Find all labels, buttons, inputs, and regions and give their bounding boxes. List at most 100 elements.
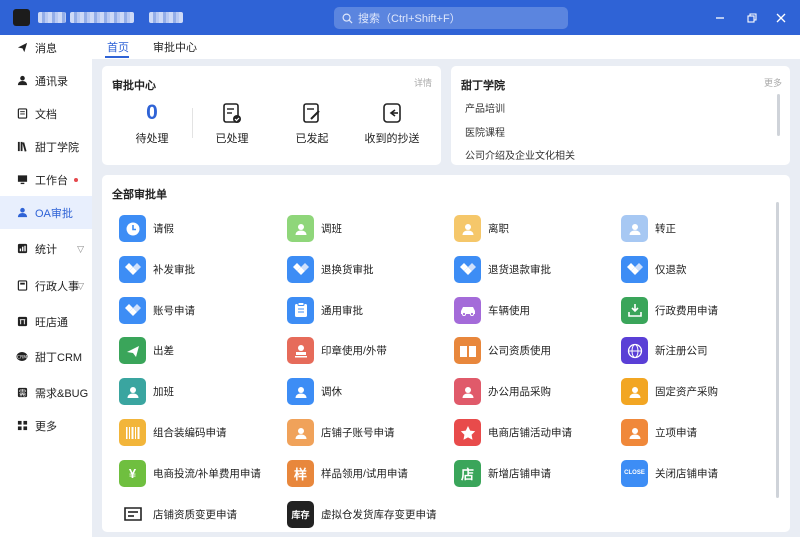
close-button[interactable] xyxy=(772,9,790,27)
sidebar-item-requirements-bug[interactable]: 需 需求&BUG xyxy=(0,376,92,409)
form-item[interactable]: 离职 xyxy=(454,215,509,242)
form-item[interactable]: CLOSE 关闭店铺申请 xyxy=(621,459,718,487)
received-cc-label: 收到的抄送 xyxy=(364,133,420,145)
form-item[interactable]: 通用审批 xyxy=(287,296,363,324)
sidebar-item-label: 统计 xyxy=(35,243,57,256)
form-item-label: 离职 xyxy=(488,223,509,235)
form-item-label: 车辆使用 xyxy=(488,304,530,317)
form-item[interactable]: 立项申请 xyxy=(621,419,697,446)
form-item[interactable]: 店铺资质变更申请 xyxy=(119,501,237,528)
form-item[interactable]: 转正 xyxy=(621,215,676,242)
form-item[interactable]: 样样品领用/试用申请 xyxy=(287,459,408,487)
form-item[interactable]: 调休 xyxy=(287,378,342,406)
form-item[interactable]: 新注册公司 xyxy=(621,337,708,365)
scrollbar[interactable] xyxy=(776,202,779,498)
sidebar-item-oa-approval[interactable]: OA审批 xyxy=(0,196,92,229)
all-forms-card: 全部审批单 请假 调班 离职 转正 补发审批 退换货审批 退货退款审批 仅退款 账号申请 通用审批… xyxy=(102,175,790,532)
form-item[interactable]: 固定资产采购 xyxy=(621,378,718,406)
form-item-label: 立项申请 xyxy=(655,427,697,439)
sidebar-item-statistics[interactable]: 统计 ▽ xyxy=(0,232,92,265)
initiated-approvals[interactable]: 已发起 xyxy=(282,101,342,146)
form-item[interactable]: 库存 虚拟仓发货库存变更申请 xyxy=(287,500,437,528)
form-item[interactable]: 加班 xyxy=(119,378,174,406)
scrollbar[interactable] xyxy=(777,94,780,136)
form-item[interactable]: 补发审批 xyxy=(119,255,195,283)
processed-approvals[interactable]: 已处理 xyxy=(202,101,262,146)
chevron-down-icon[interactable]: ▽ xyxy=(77,244,84,255)
resign-icon xyxy=(454,215,481,242)
sidebar-item-workbench[interactable]: 工作台 xyxy=(0,163,92,196)
form-item-label: 虚拟仓发货库存变更申请 xyxy=(321,508,437,521)
sidebar-item-wangdiantong[interactable]: 旺店通 xyxy=(0,305,92,338)
sidebar-item-label: 消息 xyxy=(35,42,57,55)
sidebar-item-more[interactable]: 更多 xyxy=(0,409,92,442)
form-item[interactable]: 公司资质使用 xyxy=(454,337,551,365)
project-doc-icon xyxy=(621,419,648,446)
sidebar-item-label: 旺店通 xyxy=(35,316,68,329)
chevron-down-icon[interactable]: ▽ xyxy=(77,281,84,292)
form-item[interactable]: 店新增店铺申请 xyxy=(454,459,551,487)
form-item[interactable]: 账号申请 xyxy=(119,296,195,324)
academy-item[interactable]: 医院课程 xyxy=(465,124,505,139)
search-icon xyxy=(342,13,353,24)
sidebar: 消息 通讯录 文档 甜丁学院 工作台 OA审批 统计 ▽ 行政人事 ▽ 旺店通 … xyxy=(0,35,92,537)
form-item[interactable]: 组合装编码申请 xyxy=(119,419,227,446)
form-item[interactable]: 退换货审批 xyxy=(287,255,374,283)
tab-home[interactable]: 首页 xyxy=(107,39,129,55)
sidebar-item-documents[interactable]: 文档 xyxy=(0,97,92,130)
form-item[interactable]: 请假 xyxy=(119,215,174,242)
sidebar-item-academy[interactable]: 甜丁学院 xyxy=(0,130,92,163)
form-item-label: 转正 xyxy=(655,223,676,235)
sidebar-item-messages[interactable]: 消息 xyxy=(0,31,92,64)
form-item[interactable]: 电商店铺活动申请 xyxy=(454,419,572,446)
details-link[interactable]: 详情 xyxy=(414,76,432,89)
form-item-label: 出差 xyxy=(153,345,174,358)
tab-approval-center[interactable]: 审批中心 xyxy=(153,39,197,55)
form-item[interactable]: 办公用品采购 xyxy=(454,378,551,406)
diamond-stack-icon xyxy=(287,255,314,283)
search-bar[interactable]: 搜索（Ctrl+Shift+F） xyxy=(334,7,568,29)
form-item[interactable]: 出差 xyxy=(119,337,174,365)
form-item[interactable]: 行政费用申请 xyxy=(621,296,718,324)
sidebar-item-label: 文档 xyxy=(35,108,57,121)
diamond-stack-icon xyxy=(119,296,146,324)
office-supplies-icon xyxy=(454,378,481,406)
tab-bar: 首页 审批中心 xyxy=(92,35,800,59)
send-icon xyxy=(16,42,28,54)
search-placeholder: 搜索（Ctrl+Shift+F） xyxy=(358,13,461,25)
star-icon xyxy=(454,419,481,446)
academy-item[interactable]: 产品培训 xyxy=(465,100,505,115)
form-item-label: 仅退款 xyxy=(655,263,687,276)
pending-count: 0 xyxy=(146,101,158,124)
form-item-label: 组合装编码申请 xyxy=(153,427,227,439)
sidebar-item-crm[interactable]: CRM 甜丁CRM xyxy=(0,340,92,373)
pending-approvals[interactable]: 0 待处理 xyxy=(122,101,182,146)
initiated-label: 已发起 xyxy=(295,133,329,145)
form-item-label: 加班 xyxy=(153,386,174,399)
sidebar-item-label: 通讯录 xyxy=(35,75,68,88)
document-icon xyxy=(16,108,28,120)
sidebar-item-label: 需求&BUG xyxy=(35,387,89,400)
sample-icon: 样 xyxy=(287,459,314,487)
form-item[interactable]: 调班 xyxy=(287,215,342,242)
form-item[interactable]: 仅退款 xyxy=(621,255,687,283)
academy-item[interactable]: 公司介绍及企业文化相关 xyxy=(465,147,575,162)
contacts-icon xyxy=(16,75,28,87)
asset-box-icon xyxy=(621,378,648,406)
store-closed-icon: CLOSE xyxy=(621,459,648,487)
sidebar-item-admin-hr[interactable]: 行政人事 ▽ xyxy=(0,269,92,302)
sidebar-item-contacts[interactable]: 通讯录 xyxy=(0,64,92,97)
form-item[interactable]: 车辆使用 xyxy=(454,296,530,324)
form-item[interactable]: 印章使用/外带 xyxy=(287,337,387,365)
form-item[interactable]: 退货退款审批 xyxy=(454,255,551,283)
minimize-button[interactable] xyxy=(711,9,729,27)
warehouse-stock-icon: 库存 xyxy=(287,500,314,528)
divider xyxy=(192,108,193,138)
received-cc[interactable]: 收到的抄送 xyxy=(362,101,422,146)
form-item[interactable]: 店铺子账号申请 xyxy=(287,419,395,446)
blurred-org-name xyxy=(70,12,134,23)
form-item-label: 新增店铺申请 xyxy=(488,467,551,480)
form-item[interactable]: ¥ 电商投流/补单费用申请 xyxy=(119,459,261,487)
sidebar-item-label: OA审批 xyxy=(35,207,73,220)
maximize-button[interactable] xyxy=(743,9,761,27)
